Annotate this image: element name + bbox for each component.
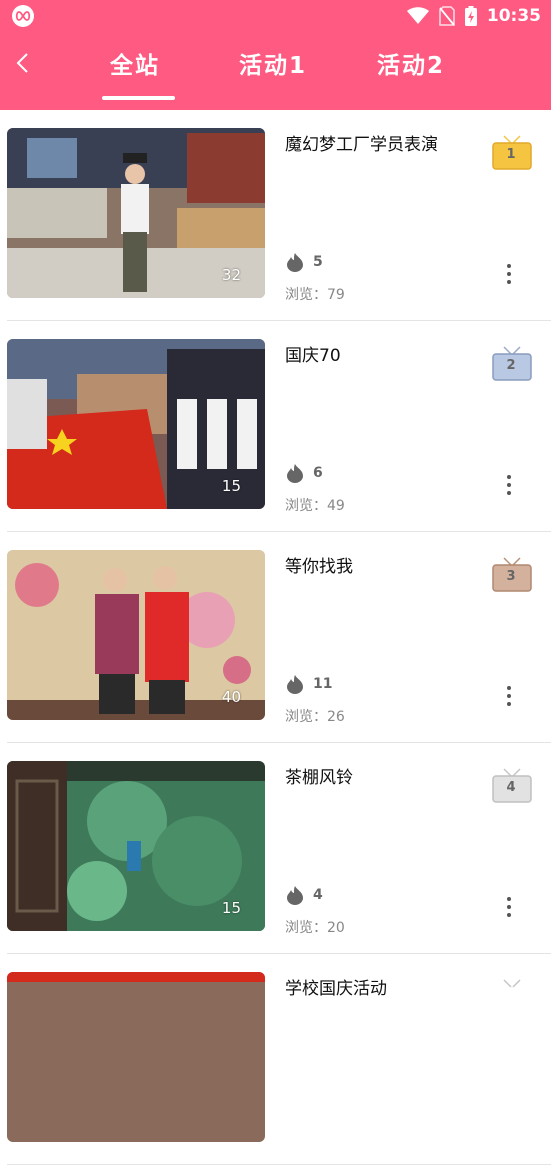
clock-time: 10:35 xyxy=(486,6,541,26)
active-tab-indicator xyxy=(102,96,175,100)
view-count: 浏览：49 xyxy=(285,498,345,514)
list-item: 学校国庆活动 xyxy=(7,954,551,1165)
like-count: 11 xyxy=(313,676,333,692)
photo-count: 32 xyxy=(221,266,241,284)
list-item: 40 等你找我 3 11 浏览：26 xyxy=(7,532,551,743)
rank-number: 3 xyxy=(506,569,516,584)
like-count: 6 xyxy=(313,465,323,481)
flame-icon xyxy=(287,464,303,483)
photo-count: 15 xyxy=(221,477,241,495)
rank-badge: 2 xyxy=(491,343,533,383)
item-title[interactable]: 等你找我 xyxy=(285,552,353,577)
more-options-button[interactable] xyxy=(497,682,521,716)
item-title[interactable]: 学校国庆活动 xyxy=(285,974,387,999)
battery-charging-icon xyxy=(464,6,477,26)
rank-number: 2 xyxy=(506,358,516,373)
rank-badge: 3 xyxy=(491,554,533,594)
more-options-button[interactable] xyxy=(497,893,521,927)
item-title[interactable]: 魔幻梦工厂学员表演 xyxy=(285,130,438,155)
rank-badge xyxy=(491,976,533,1016)
list-item: 15 国庆70 2 6 浏览：49 xyxy=(7,321,551,532)
flame-icon xyxy=(287,886,303,905)
flame-icon xyxy=(287,675,303,694)
video-thumbnail[interactable]: 15 xyxy=(7,761,265,931)
rank-number: 1 xyxy=(506,147,516,162)
like-button[interactable]: 4 xyxy=(285,885,323,905)
tab-activity-2[interactable]: 活动2 xyxy=(377,46,445,80)
view-count: 浏览：26 xyxy=(285,709,345,725)
video-list: 32 魔幻梦工厂学员表演 1 5 浏览：79 15 国庆70 2 6 浏览：49… xyxy=(0,110,551,1165)
rank-badge: 1 xyxy=(491,132,533,172)
more-icon xyxy=(507,897,511,901)
video-thumbnail[interactable]: 15 xyxy=(7,339,265,509)
chevron-left-icon xyxy=(16,53,28,73)
top-app-bar: 10:35 全站 活动1 活动2 xyxy=(0,0,551,110)
flame-icon xyxy=(287,253,303,272)
rank-number: 4 xyxy=(506,780,516,795)
item-title[interactable]: 国庆70 xyxy=(285,341,341,366)
like-button[interactable]: 6 xyxy=(285,463,323,483)
view-count: 浏览：79 xyxy=(285,287,345,303)
like-button[interactable]: 5 xyxy=(285,252,323,272)
tv-rank-icon xyxy=(503,979,521,988)
status-bar: 10:35 xyxy=(0,0,551,32)
video-thumbnail[interactable] xyxy=(7,972,265,1142)
wifi-icon xyxy=(406,7,429,24)
rank-badge: 4 xyxy=(491,765,533,805)
photo-count: 40 xyxy=(221,688,241,706)
like-count: 5 xyxy=(313,254,323,270)
more-options-button[interactable] xyxy=(497,471,521,505)
like-count: 4 xyxy=(313,887,323,903)
video-thumbnail[interactable]: 40 xyxy=(7,550,265,720)
tab-activity-1[interactable]: 活动1 xyxy=(239,46,307,80)
video-thumbnail[interactable]: 32 xyxy=(7,128,265,298)
tab-all-site[interactable]: 全站 xyxy=(110,46,160,80)
no-sim-icon xyxy=(439,6,455,26)
back-button[interactable] xyxy=(12,50,36,76)
more-icon xyxy=(507,686,511,690)
view-count: 浏览：20 xyxy=(285,920,345,936)
list-item: 15 茶棚风铃 4 4 浏览：20 xyxy=(7,743,551,954)
item-title[interactable]: 茶棚风铃 xyxy=(285,763,353,788)
app-notification-icon xyxy=(12,5,34,27)
like-button[interactable]: 11 xyxy=(285,674,332,694)
more-icon xyxy=(507,475,511,479)
list-item: 32 魔幻梦工厂学员表演 1 5 浏览：79 xyxy=(7,110,551,321)
photo-count: 15 xyxy=(221,899,241,917)
more-icon xyxy=(507,264,511,268)
more-options-button[interactable] xyxy=(497,260,521,294)
